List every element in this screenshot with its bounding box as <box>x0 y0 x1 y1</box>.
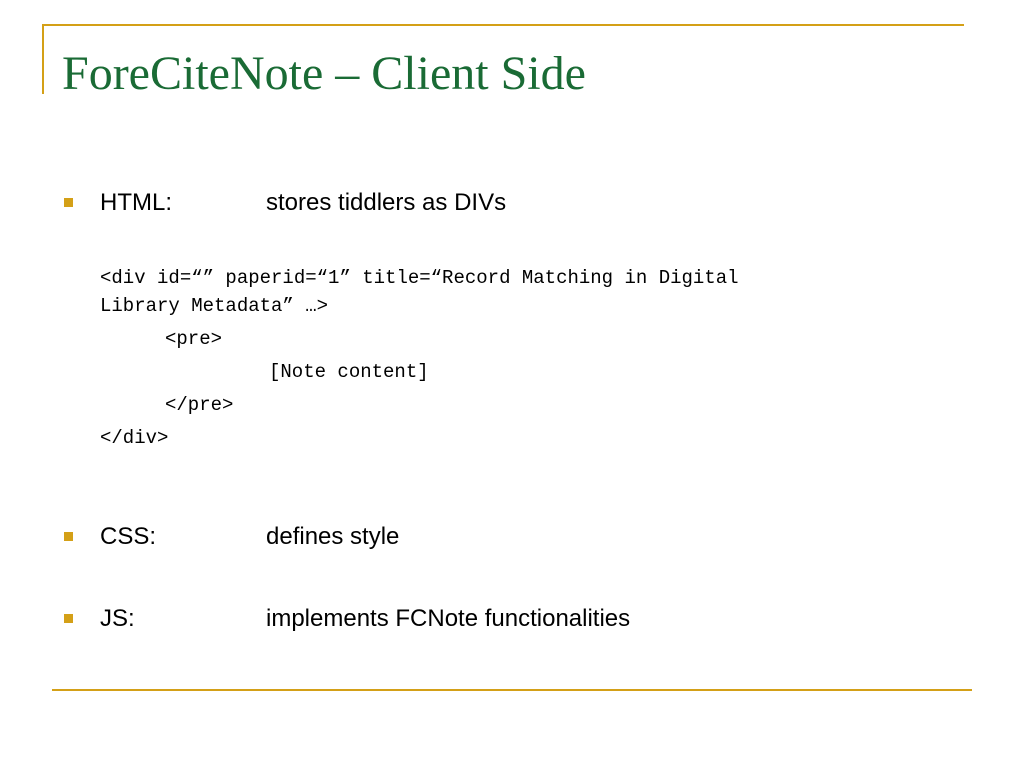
bullet-description: stores tiddlers as DIVs <box>266 189 507 216</box>
left-rule <box>42 24 44 94</box>
square-bullet-icon <box>64 532 73 541</box>
square-bullet-icon <box>64 614 73 623</box>
square-bullet-icon <box>64 198 73 207</box>
slide-title: ForeCiteNote – Client Side <box>62 47 586 100</box>
code-line: Library Metadata” …> <box>100 295 329 317</box>
top-rule <box>42 24 964 26</box>
bullet-description: implements FCNote functionalities <box>266 605 631 632</box>
bullet-js: JS: implements FCNote functionalities <box>62 603 942 635</box>
bullet-label: CSS: <box>100 523 157 550</box>
code-line: </pre> <box>165 394 234 416</box>
bullet-css: CSS: defines style <box>62 521 942 553</box>
bullet-description: defines style <box>266 523 400 550</box>
bullet-label: JS: <box>100 605 135 632</box>
code-line: <div id=“” paperid=“1” title=“Record Mat… <box>100 267 739 289</box>
bullet-html: HTML: stores tiddlers as DIVs <box>62 187 942 219</box>
bottom-rule <box>52 689 972 691</box>
code-line: </div> <box>100 427 169 449</box>
bullet-label: HTML: <box>100 189 172 216</box>
code-line: [Note content] <box>269 361 429 383</box>
code-line: <pre> <box>165 328 223 350</box>
